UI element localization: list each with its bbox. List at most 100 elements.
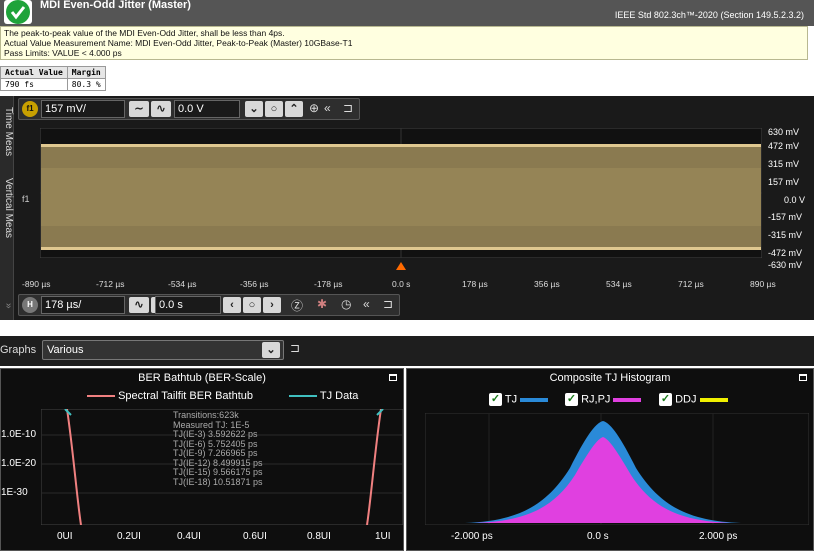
histogram-title: Composite TJ Histogram	[549, 372, 671, 384]
y-tick: -472 mV	[768, 248, 803, 258]
chevron-right-icon[interactable]: ›	[263, 297, 281, 313]
graphs-bar: Graphs Various ⌄ ⊐	[0, 336, 814, 366]
collapse-icon[interactable]: «	[324, 101, 331, 115]
bathtub-stats: Transitions:623k Measured TJ: 1E-5 TJ(IE…	[173, 410, 263, 487]
y-tick: 1.0E-20	[1, 458, 37, 469]
legend-ddj[interactable]: ✓ DDJ	[659, 393, 728, 406]
pass-check-icon	[4, 0, 32, 24]
header-margin: Margin	[66, 66, 106, 79]
timebase-badge[interactable]: H	[22, 297, 38, 313]
wave-compress-icon[interactable]: ∿	[129, 297, 149, 313]
x-tick: 178 µs	[462, 279, 488, 289]
collapse-icon[interactable]: «	[363, 297, 370, 311]
stat-line: TJ(IE-18) 10.51871 ps	[173, 476, 263, 487]
y-tick: 1E-30	[1, 487, 28, 498]
pass-limits: Pass Limits: VALUE < 4.000 ps	[4, 48, 122, 58]
vertical-offset-field[interactable]: 0.0 V	[174, 100, 240, 118]
wave-increase-icon[interactable]: ∿	[151, 101, 171, 117]
channel-badge[interactable]: f1	[22, 101, 38, 117]
x-tick: 0.8UI	[307, 531, 331, 542]
y-tick: 630 mV	[768, 127, 800, 137]
ground-marker[interactable]: f1	[22, 194, 30, 204]
graphs-select[interactable]: Various	[42, 340, 284, 360]
bathtub-title: BER Bathtub (BER-Scale)	[138, 372, 266, 384]
tab-vertical-meas[interactable]: Vertical Meas	[0, 168, 14, 248]
bathtub-panel: BER Bathtub (BER-Scale) Spectral Tailfit…	[0, 368, 404, 551]
bathtub-legend-tjdata: TJ Data	[289, 390, 358, 402]
graphs-label: Graphs	[0, 344, 37, 356]
bathtub-legend-tailfit: Spectral Tailfit BER Bathtub	[87, 390, 253, 402]
chevron-left-icon[interactable]: ‹	[223, 297, 241, 313]
horizontal-toolbar: H 178 µs/ ∿ ∼ 0.0 s ‹ ○ › Ⓩ ✱ ◷ « ⊐	[18, 294, 400, 316]
zero-icon[interactable]: ○	[265, 101, 283, 117]
maximize-icon[interactable]	[389, 374, 397, 381]
waveform-display	[40, 128, 762, 258]
y-tick: 315 mV	[768, 159, 800, 169]
x-tick: 0.0 s	[392, 279, 411, 289]
x-tick: 0.6UI	[243, 531, 267, 542]
actual-value: 790 fs	[0, 78, 68, 91]
chevron-down-icon[interactable]: ⌄	[245, 101, 263, 117]
marker-icon[interactable]: ✱	[317, 297, 327, 311]
zero-icon[interactable]: ○	[243, 297, 261, 313]
x-tick: 0UI	[57, 531, 73, 542]
trigger-marker-icon[interactable]	[396, 262, 406, 270]
y-tick: -630 mV	[768, 260, 803, 270]
legend-rjpj[interactable]: ✓ RJ,PJ	[565, 393, 642, 406]
x-tick: -2.000 ps	[451, 531, 493, 542]
y-tick: 157 mV	[768, 177, 800, 187]
results-table: Actual Value Margin 790 fs 80.3 %	[0, 66, 106, 91]
zoom-icon[interactable]: Ⓩ	[291, 297, 303, 314]
checkbox-checked-icon[interactable]: ✓	[565, 393, 578, 406]
x-tick: 712 µs	[678, 279, 704, 289]
x-tick: -712 µs	[96, 279, 125, 289]
pin-icon[interactable]: ⊐	[343, 101, 353, 115]
tab-time-meas[interactable]: Time Meas	[0, 100, 14, 164]
standard-reference: IEEE Std 802.3ch™-2020 (Section 149.5.2.…	[614, 10, 804, 20]
pin-icon[interactable]: ⊐	[290, 341, 300, 355]
legend-label: DDJ	[675, 393, 697, 406]
description-line: The peak-to-peak value of the MDI Even-O…	[4, 28, 285, 38]
legend-label: RJ,PJ	[581, 393, 611, 406]
legend-label: TJ Data	[319, 390, 359, 402]
vertical-toolbar: f1 157 mV/ ∼ ∿ 0.0 V ⌄ ○ ⌃ ⊕ « ⊐	[18, 98, 360, 120]
side-tabs: Time Meas Vertical Meas »	[0, 96, 14, 320]
maximize-icon[interactable]	[799, 374, 807, 381]
test-title: MDI Even-Odd Jitter (Master)	[40, 0, 191, 11]
legend-tj[interactable]: ✓ TJ	[489, 393, 549, 406]
vertical-scale-field[interactable]: 157 mV/	[41, 100, 125, 118]
y-tick: 472 mV	[768, 141, 800, 151]
legend-label: TJ	[504, 393, 518, 406]
header-actual-value: Actual Value	[0, 66, 68, 79]
y-tick: -157 mV	[768, 212, 803, 222]
horizontal-offset-field[interactable]: 0.0 s	[155, 296, 221, 314]
x-tick: 890 µs	[750, 279, 776, 289]
x-tick: 1UI	[375, 531, 391, 542]
graphs-selected: Various	[47, 344, 84, 356]
histogram-panel: Composite TJ Histogram ✓ TJ ✓ RJ,PJ ✓ DD…	[406, 368, 814, 551]
x-tick: 356 µs	[534, 279, 560, 289]
x-tick: 2.000 ps	[699, 531, 738, 542]
histogram-plot	[425, 413, 809, 525]
scope-panel: Time Meas Vertical Meas » f1 157 mV/ ∼ ∿…	[0, 96, 814, 320]
margin-value: 80.3 %	[66, 78, 106, 91]
description-line: Actual Value Measurement Name: MDI Even-…	[4, 38, 353, 48]
chevron-up-icon[interactable]: ⌃	[285, 101, 303, 117]
x-tick: 0.4UI	[177, 531, 201, 542]
y-tick: 0.0 V	[784, 195, 806, 205]
horizontal-scale-field[interactable]: 178 µs/	[41, 296, 125, 314]
y-tick: 1.0E-10	[1, 429, 37, 440]
checkbox-checked-icon[interactable]: ✓	[489, 393, 502, 406]
y-tick: -315 mV	[768, 230, 803, 240]
pin-icon[interactable]: ⊐	[383, 297, 393, 311]
clock-icon[interactable]: ◷	[341, 297, 351, 311]
chevron-down-icon[interactable]: ⌄	[262, 342, 280, 358]
x-tick: 534 µs	[606, 279, 632, 289]
expand-chevron-icon[interactable]: »	[0, 296, 14, 316]
checkbox-checked-icon[interactable]: ✓	[659, 393, 672, 406]
test-description: The peak-to-peak value of the MDI Even-O…	[0, 26, 808, 60]
legend-label: Spectral Tailfit BER Bathtub	[118, 390, 253, 402]
x-tick: -178 µs	[314, 279, 343, 289]
add-icon[interactable]: ⊕	[309, 101, 319, 115]
wave-decrease-icon[interactable]: ∼	[129, 101, 149, 117]
